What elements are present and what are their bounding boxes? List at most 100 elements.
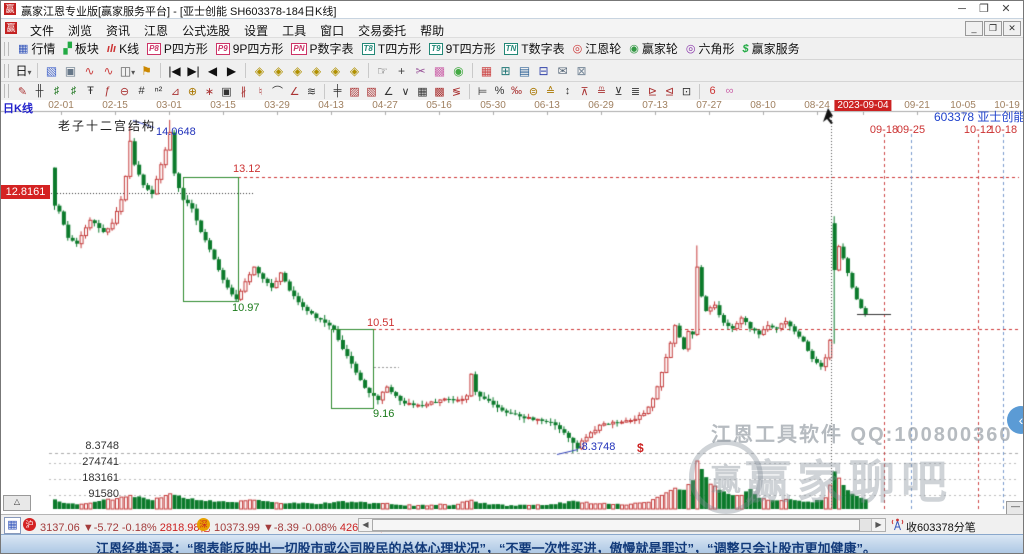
toolbar-button[interactable]: T8 T四方形	[361, 40, 421, 57]
scroll-right-arrow[interactable]: ▶	[871, 519, 885, 531]
toolbar-icon-button[interactable]: ╪	[330, 85, 345, 97]
chart-horizontal-scrollbar[interactable]: ◀ ▶	[358, 518, 886, 532]
toolbar-icon-button[interactable]: ✉	[554, 64, 571, 78]
toolbar-icon-button[interactable]: ⚑	[138, 64, 155, 78]
toolbar-icon-button[interactable]: ▣	[62, 64, 79, 78]
toolbar-icon-button[interactable]: ⊿	[168, 85, 183, 98]
shenzhen-index-icon[interactable]: 深	[197, 518, 210, 531]
toolbar-button[interactable]: ılı K线	[107, 40, 139, 57]
child-window-control-button[interactable]: _	[965, 21, 983, 36]
shanghai-index-icon[interactable]: 沪	[23, 518, 36, 531]
toolbar-button[interactable]: ◉ 赢家轮	[629, 40, 678, 57]
toolbar-icon-button[interactable]: ∞	[722, 85, 737, 97]
toolbar-icon-button[interactable]: 6	[705, 85, 720, 97]
toolbar-icon-button[interactable]: ☞	[374, 64, 391, 78]
toolbar-icon-button[interactable]: #	[134, 85, 149, 97]
toolbar-icon-button[interactable]: ✂	[412, 64, 429, 78]
toolbar-icon-button[interactable]: ⌒	[270, 83, 285, 99]
window-control-button[interactable]: ❐	[973, 2, 995, 15]
toolbar-icon-button[interactable]: ◈	[289, 64, 306, 78]
toolbar-icon-button[interactable]: ◈	[327, 64, 344, 78]
toolbar-icon-button[interactable]: ◈	[270, 64, 287, 78]
toolbar-icon-button[interactable]: ⊼	[577, 85, 592, 98]
toolbar-icon-button[interactable]: ∿	[100, 64, 117, 78]
toolbar-icon-button[interactable]: ⊠	[573, 64, 590, 78]
quote-grid-button[interactable]: ▦	[4, 517, 21, 534]
toolbar-icon-button[interactable]: ╫	[32, 85, 47, 97]
child-window-control-button[interactable]: ✕	[1003, 21, 1021, 36]
toolbar-icon-button[interactable]: ◉	[450, 64, 467, 78]
toolbar-icon-button[interactable]: ▦	[478, 64, 495, 78]
toolbar-button[interactable]: ◎ 江恩轮	[573, 40, 622, 57]
toolbar-icon-button[interactable]: ⊻	[611, 85, 626, 98]
volume-pane-expand-button[interactable]: △	[3, 495, 31, 511]
toolbar-icon-button[interactable]: ∗	[202, 85, 217, 98]
toolbar-icon-button[interactable]: ⊨	[475, 85, 490, 98]
toolbar-icon-button[interactable]: ▤	[516, 64, 533, 78]
toolbar-button[interactable]: $ 赢家服务	[742, 40, 799, 57]
toolbar-icon-button[interactable]: ✎	[15, 85, 30, 98]
toolbar-icon-button[interactable]: ⊟	[535, 64, 552, 78]
toolbar-icon-button[interactable]: ⁿ²	[151, 85, 166, 97]
toolbar-icon-button[interactable]: ♮	[253, 85, 268, 98]
toolbar-icon-button[interactable]: ⊵	[645, 85, 660, 98]
toolbar-icon-button[interactable]: ♯	[49, 85, 64, 97]
toolbar-icon-button[interactable]: ▧	[364, 85, 379, 98]
toolbar-icon-button[interactable]: ∨	[398, 85, 413, 98]
toolbar-icon-button[interactable]: ♯	[66, 85, 81, 97]
toolbar-icon-button[interactable]: ∠	[287, 85, 302, 98]
scrollbar-thumb[interactable]	[372, 519, 860, 531]
toolbar-icon-button[interactable]: ◈	[251, 64, 268, 78]
toolbar-icon-button[interactable]: ◈	[346, 64, 363, 78]
toolbar-icon-button[interactable]: 日	[15, 62, 32, 79]
toolbar-icon-button[interactable]: ∿	[81, 64, 98, 78]
scroll-left-arrow[interactable]: ◀	[359, 519, 373, 531]
shanghai-index-quote[interactable]: 3137.06 ▼-5.72 -0.18% 2818.98亿	[40, 519, 211, 535]
toolbar-icon-button[interactable]: ⊕	[185, 85, 200, 98]
child-window-control-button[interactable]: ❐	[984, 21, 1002, 36]
toolbar-icon-button[interactable]: ≶	[449, 85, 464, 98]
toolbar-icon-button[interactable]: ⊞	[497, 64, 514, 78]
toolbar-button[interactable]: ◎ 六角形	[686, 40, 735, 57]
toolbar-icon-button[interactable]: ◫	[119, 64, 136, 78]
toolbar-icon-button[interactable]: ≋	[304, 85, 319, 98]
toolbar-button[interactable]: T9 9T四方形	[429, 40, 496, 57]
toolbar-icon-button[interactable]: ⊴	[662, 85, 677, 98]
toolbar-button[interactable]: P9 9P四方形	[215, 40, 283, 57]
toolbar-icon-button[interactable]: ∠	[381, 85, 396, 98]
toolbar-button[interactable]: ▦ 行情	[18, 40, 55, 57]
toolbar-grip[interactable]	[4, 63, 9, 78]
toolbar-icon-button[interactable]: ◈	[308, 64, 325, 78]
collapse-button[interactable]: —	[1006, 501, 1023, 515]
tick-stream-label[interactable]: 收603378分笔	[906, 519, 976, 535]
toolbar-icon-button[interactable]: ▦	[415, 85, 430, 98]
window-control-button[interactable]: ✕	[995, 2, 1017, 15]
toolbar-icon-button[interactable]: ↕	[560, 85, 575, 97]
toolbar-icon-button[interactable]: ▣	[219, 85, 234, 98]
toolbar-icon-button[interactable]: +	[393, 64, 410, 78]
toolbar-icon-button[interactable]: ⊡	[679, 85, 694, 98]
toolbar-icon-button[interactable]: ▩	[431, 64, 448, 78]
toolbar-icon-button[interactable]: ≞	[594, 85, 609, 98]
toolbar-icon-button[interactable]: |◀	[166, 64, 183, 78]
title-bar[interactable]: 赢 赢家江恩专业版[赢家服务平台] - [亚士创能 SH603378-184日K…	[1, 1, 1023, 19]
toolbar-button[interactable]: ▞ 板块	[63, 40, 98, 57]
toolbar-button[interactable]: P8 P四方形	[147, 40, 208, 57]
toolbar-icon-button[interactable]: ‰	[509, 85, 524, 97]
toolbar-icon-button[interactable]: ⊖	[117, 85, 132, 98]
toolbar-grip[interactable]	[4, 41, 9, 56]
toolbar-icon-button[interactable]: ▶	[223, 64, 240, 78]
toolbar-icon-button[interactable]: ≙	[543, 85, 558, 98]
toolbar-icon-button[interactable]: %	[492, 85, 507, 97]
toolbar-icon-button[interactable]: ≣	[628, 85, 643, 98]
toolbar-button[interactable]: PN P数字表	[291, 40, 354, 57]
toolbar-icon-button[interactable]: ∦	[236, 85, 251, 98]
toolbar-icon-button[interactable]: Ŧ	[83, 85, 98, 97]
toolbar-icon-button[interactable]: ƒ	[100, 85, 115, 97]
toolbar-grip[interactable]	[4, 84, 9, 98]
toolbar-icon-button[interactable]: ◀	[204, 64, 221, 78]
toolbar-button[interactable]: TN T数字表	[503, 40, 565, 57]
toolbar-icon-button[interactable]: ▩	[432, 85, 447, 98]
window-control-button[interactable]: ─	[951, 3, 973, 15]
toolbar-icon-button[interactable]: ▧	[43, 64, 60, 78]
